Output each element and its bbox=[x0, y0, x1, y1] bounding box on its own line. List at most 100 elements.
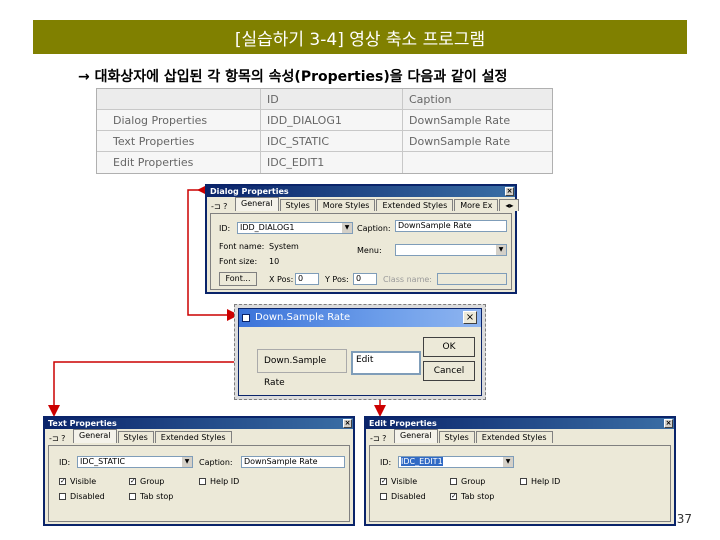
font-button[interactable]: Font... bbox=[219, 272, 257, 286]
edit-tab-row: -⊐ ? General Styles Extended Styles bbox=[370, 429, 554, 443]
checkbox-empty-icon bbox=[199, 478, 206, 485]
close-button[interactable]: × bbox=[343, 419, 352, 428]
table-row: Edit Properties IDC_EDIT1 bbox=[97, 152, 552, 173]
slide-title: [실습하기 3-4] 영상 축소 프로그램 bbox=[234, 29, 486, 50]
menu-combo[interactable] bbox=[395, 244, 507, 256]
dialog-tab-row: -⊐ ? General Styles More Styles Extended… bbox=[211, 197, 520, 211]
help-id-label: Help ID bbox=[531, 477, 561, 486]
close-button[interactable]: × bbox=[664, 419, 673, 428]
pin-icon[interactable]: -⊐ ? bbox=[211, 202, 229, 211]
row-name: Text Properties bbox=[97, 131, 261, 152]
slide-subtitle: → 대화상자에 삽입된 각 항목의 속성(Properties)을 다음과 같이… bbox=[78, 69, 508, 85]
xpos-label: X Pos: bbox=[269, 275, 294, 284]
tab-stop-checkbox[interactable]: ✓ Tab stop bbox=[450, 492, 494, 501]
font-name-value: System bbox=[269, 242, 299, 251]
menu-label: Menu: bbox=[357, 246, 382, 255]
tab-extended-styles[interactable]: Extended Styles bbox=[475, 431, 553, 443]
text-properties-window: Text Properties × -⊐ ? General Styles Ex… bbox=[43, 416, 355, 526]
dialog-general-panel: ID: IDD_DIALOG1 Caption: DownSample Rate… bbox=[210, 213, 512, 290]
row-name: Edit Properties bbox=[97, 152, 261, 173]
tab-general[interactable]: General bbox=[394, 429, 438, 443]
table-row: Dialog Properties IDD_DIALOG1 DownSample… bbox=[97, 110, 552, 131]
visible-label: Visible bbox=[391, 477, 418, 486]
help-id-checkbox[interactable]: Help ID bbox=[520, 477, 560, 486]
row-caption: DownSample Rate bbox=[409, 114, 511, 127]
tab-more-extended[interactable]: More Ex bbox=[454, 199, 499, 211]
window-icon bbox=[242, 314, 250, 322]
id-label: ID: bbox=[380, 458, 392, 467]
id-combo[interactable]: IDD_DIALOG1 bbox=[237, 222, 353, 234]
class-name-label: Class name: bbox=[383, 275, 432, 284]
text-tab-row: -⊐ ? General Styles Extended Styles bbox=[49, 429, 233, 443]
disabled-checkbox[interactable]: Disabled bbox=[59, 492, 105, 501]
text-properties-title: Text Properties bbox=[48, 419, 117, 428]
text-general-panel: ID: IDC_STATIC Caption: DownSample Rate … bbox=[48, 445, 350, 522]
tab-extended-styles[interactable]: Extended Styles bbox=[376, 199, 454, 211]
close-button[interactable]: × bbox=[505, 187, 514, 196]
connector-text bbox=[48, 361, 258, 417]
dialog-properties-caption: Dialog Properties × bbox=[207, 186, 515, 197]
id-value-selected: IDC_EDIT1 bbox=[401, 457, 443, 466]
caption-label: Caption: bbox=[199, 458, 233, 467]
caption-label: Caption: bbox=[357, 224, 391, 233]
tab-styles[interactable]: Styles bbox=[117, 431, 154, 443]
group-checkbox[interactable]: ✓ Group bbox=[129, 477, 164, 486]
pin-icon[interactable]: -⊐ ? bbox=[49, 434, 67, 443]
checkbox-empty-icon bbox=[450, 478, 457, 485]
dialog-preview-frame: Down.Sample Rate × Down.Sample Rate Edit… bbox=[234, 304, 486, 400]
font-name-label: Font name: bbox=[219, 242, 265, 251]
dialog-properties-window: Dialog Properties × -⊐ ? General Styles … bbox=[205, 184, 520, 294]
id-combo[interactable]: IDC_EDIT1 bbox=[398, 456, 514, 468]
xpos-field[interactable]: 0 bbox=[295, 273, 319, 285]
disabled-checkbox[interactable]: Disabled bbox=[380, 492, 426, 501]
visible-checkbox[interactable]: ✓ Visible bbox=[59, 477, 96, 486]
tab-stop-label: Tab stop bbox=[461, 492, 495, 501]
tab-extended-styles[interactable]: Extended Styles bbox=[154, 431, 232, 443]
edit-properties-title: Edit Properties bbox=[369, 419, 437, 428]
header-caption: Caption bbox=[409, 93, 452, 106]
caption-field[interactable]: DownSample Rate bbox=[395, 220, 507, 232]
pin-icon[interactable]: -⊐ ? bbox=[370, 434, 388, 443]
table-row: Text Properties IDC_STATIC DownSample Ra… bbox=[97, 131, 552, 152]
tab-more-styles[interactable]: More Styles bbox=[316, 199, 376, 211]
disabled-label: Disabled bbox=[391, 492, 426, 501]
ok-button[interactable]: OK bbox=[423, 337, 475, 357]
preview-title: Down.Sample Rate bbox=[255, 312, 351, 323]
checkmark-icon: ✓ bbox=[59, 477, 66, 485]
visible-checkbox[interactable]: ✓ Visible bbox=[380, 477, 417, 486]
tab-stop-checkbox[interactable]: Tab stop bbox=[129, 492, 173, 501]
edit-properties-caption: Edit Properties × bbox=[366, 418, 674, 429]
row-id: IDC_EDIT1 bbox=[261, 152, 403, 173]
checkmark-icon: ✓ bbox=[380, 477, 387, 485]
tab-general[interactable]: General bbox=[73, 429, 117, 443]
tab-styles[interactable]: Styles bbox=[438, 431, 475, 443]
ypos-field[interactable]: 0 bbox=[353, 273, 377, 285]
font-size-label: Font size: bbox=[219, 257, 258, 266]
row-name: Dialog Properties bbox=[97, 110, 261, 131]
tab-styles[interactable]: Styles bbox=[279, 199, 316, 211]
checkmark-icon: ✓ bbox=[129, 477, 136, 485]
close-button[interactable]: × bbox=[463, 311, 477, 324]
visible-label: Visible bbox=[70, 477, 97, 486]
group-checkbox[interactable]: Group bbox=[450, 477, 485, 486]
preview-caption: Down.Sample Rate × bbox=[239, 309, 481, 327]
edit-properties-window: Edit Properties × -⊐ ? General Styles Ex… bbox=[364, 416, 676, 526]
row-id: IDD_DIALOG1 bbox=[261, 110, 403, 131]
disabled-label: Disabled bbox=[70, 492, 105, 501]
dialog-properties-title: Dialog Properties bbox=[210, 187, 289, 196]
tab-general[interactable]: General bbox=[235, 197, 279, 211]
font-size-value: 10 bbox=[269, 257, 280, 266]
id-label: ID: bbox=[59, 458, 71, 467]
text-properties-caption: Text Properties × bbox=[45, 418, 353, 429]
cancel-button[interactable]: Cancel bbox=[423, 361, 475, 381]
group-label: Group bbox=[140, 477, 165, 486]
help-id-checkbox[interactable]: Help ID bbox=[199, 477, 239, 486]
class-name-field[interactable] bbox=[437, 273, 507, 285]
edit-box[interactable]: Edit bbox=[351, 351, 421, 375]
row-id: IDC_STATIC bbox=[261, 131, 403, 152]
caption-field[interactable]: DownSample Rate bbox=[241, 456, 345, 468]
static-text: Down.Sample Rate bbox=[257, 349, 347, 388]
checkbox-empty-icon bbox=[380, 493, 387, 500]
tab-scroll-arrows[interactable]: ◂▸ bbox=[499, 199, 520, 211]
id-combo[interactable]: IDC_STATIC bbox=[77, 456, 193, 468]
